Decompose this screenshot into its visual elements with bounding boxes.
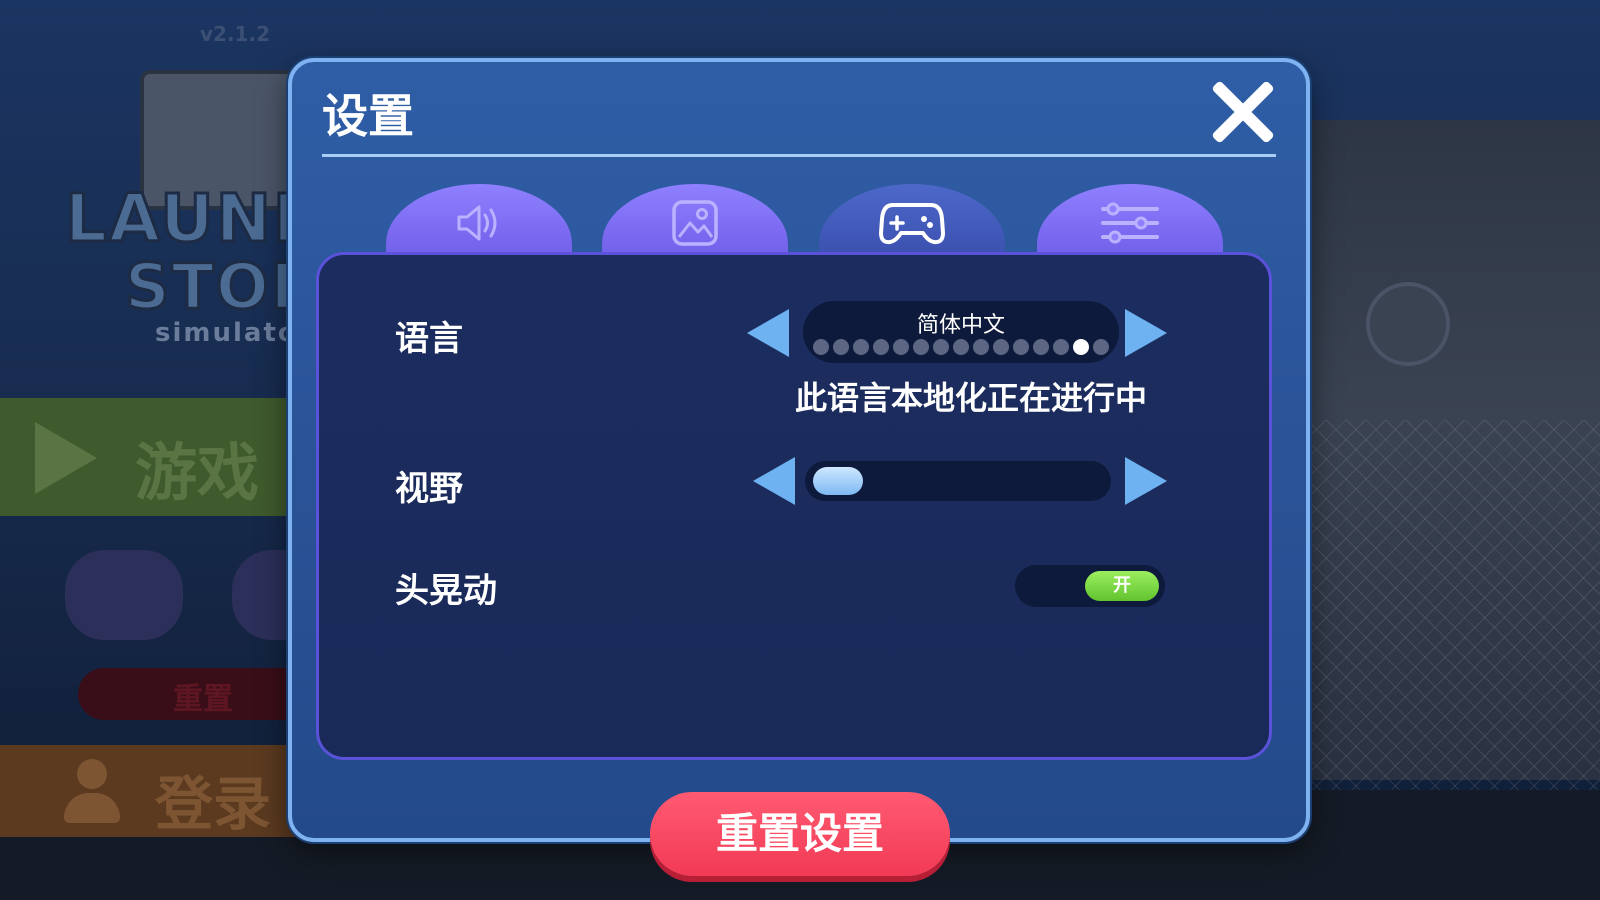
language-dot bbox=[893, 339, 909, 355]
menu-login-button: 登录 bbox=[0, 745, 320, 838]
reset-settings-button[interactable]: 重置设置 bbox=[650, 792, 950, 876]
menu-play-label: 游戏 bbox=[135, 436, 260, 509]
head-bob-toggle-state: 开 bbox=[1085, 571, 1159, 601]
fov-slider-fill bbox=[813, 467, 863, 495]
menu-reset-button: 重置 bbox=[78, 668, 318, 720]
close-icon[interactable] bbox=[1200, 74, 1276, 150]
language-label: 语言 bbox=[395, 319, 463, 359]
language-dot bbox=[973, 339, 989, 355]
language-dot-active bbox=[1073, 339, 1089, 355]
language-value: 简体中文 bbox=[916, 313, 1005, 338]
settings-panel: 语言 简体中文 此语言本地化正在进行中 视野 头晃动 开 bbox=[316, 252, 1272, 760]
background-fence bbox=[1310, 420, 1600, 800]
language-prev-arrow-icon[interactable] bbox=[747, 309, 789, 357]
language-note: 此语言本地化正在进行中 bbox=[794, 379, 1147, 417]
fov-decrease-arrow-icon[interactable] bbox=[753, 457, 795, 505]
language-dot bbox=[813, 339, 829, 355]
head-bob-label: 头晃动 bbox=[395, 571, 497, 611]
play-icon bbox=[35, 422, 97, 494]
language-page-dots bbox=[813, 339, 1109, 355]
gamepad-icon bbox=[879, 203, 945, 245]
speaker-icon bbox=[457, 205, 497, 241]
language-dot bbox=[1053, 339, 1069, 355]
title-divider bbox=[322, 154, 1276, 157]
head-bob-toggle[interactable]: 开 bbox=[1015, 565, 1165, 607]
language-dot bbox=[1013, 339, 1029, 355]
tab-audio[interactable] bbox=[386, 184, 572, 262]
language-dot bbox=[873, 339, 889, 355]
language-dot bbox=[993, 339, 1009, 355]
dialog-title: 设置 bbox=[322, 89, 414, 143]
menu-login-label: 登录 bbox=[155, 770, 272, 838]
version-label: v2.1.2 bbox=[200, 22, 270, 46]
tab-controls[interactable] bbox=[819, 184, 1005, 262]
language-dot bbox=[1033, 339, 1049, 355]
language-dot bbox=[1093, 339, 1109, 355]
background-fan bbox=[1366, 282, 1450, 366]
language-dot bbox=[953, 339, 969, 355]
settings-dialog: 设置 语言 简体中文 此语言本地化正在进行中 视野 头晃动 开 bbox=[288, 58, 1310, 842]
language-dot bbox=[913, 339, 929, 355]
person-icon bbox=[62, 759, 122, 823]
language-next-arrow-icon[interactable] bbox=[1125, 309, 1167, 357]
language-dot bbox=[853, 339, 869, 355]
tab-advanced[interactable] bbox=[1037, 184, 1223, 262]
image-icon bbox=[672, 200, 718, 246]
fov-increase-arrow-icon[interactable] bbox=[1125, 457, 1167, 505]
language-dot bbox=[833, 339, 849, 355]
menu-play-button: 游戏 bbox=[0, 398, 320, 516]
fov-label: 视野 bbox=[395, 469, 463, 509]
fov-slider[interactable] bbox=[805, 461, 1111, 501]
game-logo: LAUNDRY STORE simulator bbox=[55, 60, 428, 360]
language-dot bbox=[933, 339, 949, 355]
sliders-icon bbox=[1101, 202, 1159, 244]
language-selector: 简体中文 bbox=[803, 301, 1119, 363]
menu-news-button bbox=[65, 550, 183, 640]
tab-graphics[interactable] bbox=[602, 184, 788, 262]
